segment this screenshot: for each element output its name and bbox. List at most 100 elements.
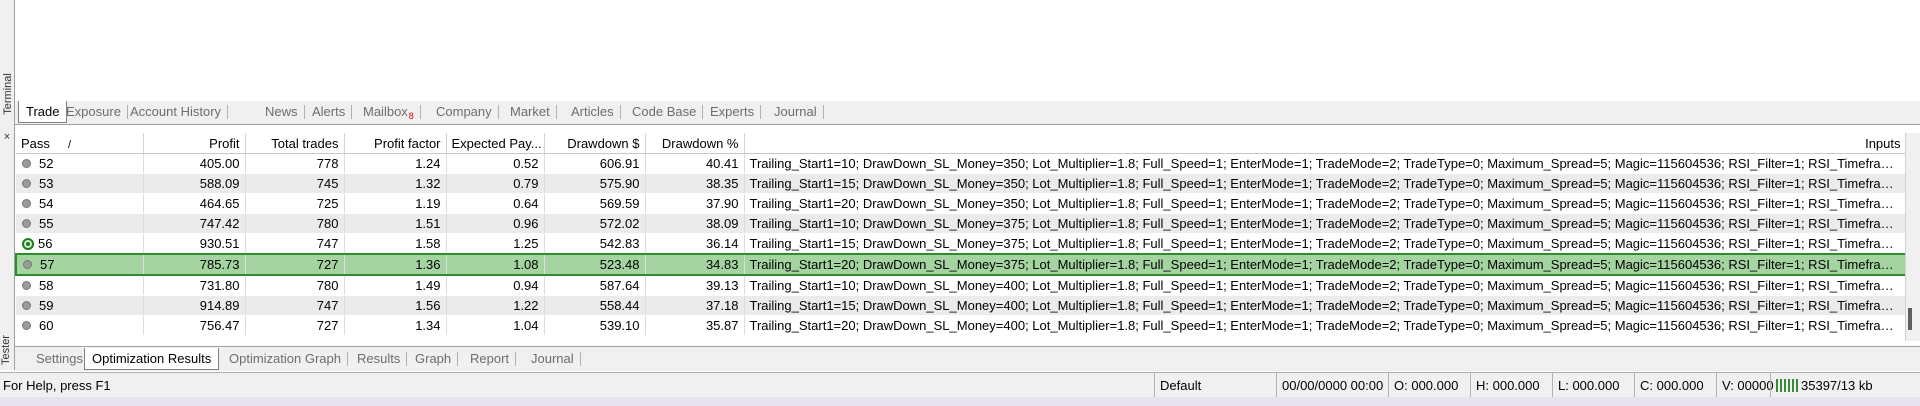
dot-icon [22, 321, 31, 330]
tab-results[interactable]: Results [350, 348, 408, 370]
column-header-expected-payoff[interactable]: Expected Pay... [446, 133, 545, 154]
row-pass-cell: 54 [16, 193, 144, 214]
tab-optimization-graph[interactable]: Optimization Graph [222, 348, 348, 370]
tab-news[interactable]: News [258, 101, 305, 123]
dot-icon [22, 179, 31, 188]
row-profit-factor-cell: 1.58 [344, 233, 447, 255]
table-row[interactable]: 56 930.51 747 1.58 1.25 542.83 36.14 Trailing_S… [16, 233, 1905, 255]
row-inputs-cell: Trailing_Start1=10; DrawDown_SL_Money=40… [744, 275, 1905, 296]
scrollbar-thumb[interactable] [1908, 308, 1912, 330]
column-header-total-trades[interactable]: Total trades [245, 133, 345, 154]
row-pass-cell: 53 [16, 173, 144, 194]
tab-tester-journal[interactable]: Journal [524, 348, 581, 370]
row-drawdown-money-cell: 523.48 [544, 253, 646, 276]
tab-alerts[interactable]: Alerts [305, 101, 353, 123]
tab-report[interactable]: Report [463, 348, 517, 370]
table-row[interactable]: 59 914.89 747 1.56 1.22 558.44 37.18 Trailing_S… [16, 295, 1905, 316]
row-drawdown-percent-cell: 37.18 [645, 295, 745, 316]
column-header-pass[interactable]: Pass / [16, 133, 144, 154]
column-header-inputs[interactable]: Inputs [744, 133, 1905, 154]
target-icon [22, 238, 34, 250]
row-drawdown-percent-cell: 38.35 [645, 173, 745, 194]
tab-code-base[interactable]: Code Base [625, 101, 704, 123]
tab-graph[interactable]: Graph [408, 348, 459, 370]
terminal-tab-bar: Trade Exposure Account History News Aler… [15, 101, 1920, 125]
row-profit-factor-cell: 1.36 [344, 253, 447, 276]
column-header-drawdown-percent[interactable]: Drawdown % [645, 133, 745, 154]
row-drawdown-percent-cell: 35.87 [645, 315, 745, 336]
row-profit-factor-cell: 1.56 [344, 295, 447, 316]
dot-icon [22, 219, 31, 228]
row-profit-cell: 747.42 [143, 213, 246, 234]
table-row[interactable]: 53 588.09 745 1.32 0.79 575.90 38.35 Trailing_S… [16, 173, 1905, 194]
column-header-drawdown-money[interactable]: Drawdown $ [544, 133, 646, 154]
row-total-trades-cell: 725 [245, 193, 345, 214]
row-total-trades-cell: 727 [245, 253, 345, 276]
row-inputs-cell: Trailing_Start1=15; DrawDown_SL_Money=40… [744, 295, 1905, 316]
row-profit-cell: 785.73 [143, 253, 246, 276]
table-row[interactable]: 60 756.47 727 1.34 1.04 539.10 35.87 Trailing_S… [16, 315, 1905, 336]
column-header-profit-factor[interactable]: Profit factor [344, 133, 447, 154]
row-drawdown-money-cell: 569.59 [544, 193, 646, 214]
taskbar-edge [0, 397, 1920, 406]
row-drawdown-percent-cell: 36.14 [645, 233, 745, 255]
status-traffic: 35397/13 kb [1801, 378, 1873, 393]
tab-exposure[interactable]: Exposure [59, 101, 128, 123]
tab-company[interactable]: Company [429, 101, 499, 123]
row-drawdown-money-cell: 587.64 [544, 275, 646, 296]
tester-tab-bar: Settings Optimization Results Optimizati… [15, 346, 1920, 371]
tab-experts[interactable]: Experts [703, 101, 762, 123]
row-total-trades-cell: 727 [245, 315, 345, 336]
row-pass-cell: 56 [16, 233, 144, 255]
table-row[interactable]: 52 405.00 778 1.24 0.52 606.91 40.41 Trailing_S… [16, 153, 1905, 174]
status-profile[interactable]: Default [1154, 373, 1280, 398]
column-header-profit[interactable]: Profit [143, 133, 246, 154]
row-total-trades-cell: 747 [245, 233, 345, 255]
tab-market[interactable]: Market [503, 101, 557, 123]
status-close: C: 000.000 [1634, 373, 1720, 398]
terminal-side-label: Terminal [1, 73, 14, 115]
row-drawdown-percent-cell: 38.09 [645, 213, 745, 234]
row-expected-payoff-cell: 0.52 [446, 153, 545, 174]
status-datetime: 00/00/0000 00:00 [1276, 373, 1392, 398]
row-pass-cell: 55 [16, 213, 144, 234]
dot-icon [22, 159, 31, 168]
dot-icon [22, 199, 31, 208]
table-row[interactable]: 57 785.73 727 1.36 1.08 523.48 34.83 Trailing_S… [15, 253, 1905, 276]
tab-mailbox[interactable]: Mailbox8 [356, 101, 421, 123]
row-total-trades-cell: 747 [245, 295, 345, 316]
tab-journal[interactable]: Journal [767, 101, 824, 123]
tester-side-label: Tester [0, 335, 12, 365]
row-inputs-cell: Trailing_Start1=10; DrawDown_SL_Money=37… [744, 213, 1905, 234]
tab-settings[interactable]: Settings [29, 348, 90, 370]
row-inputs-cell: Trailing_Start1=15; DrawDown_SL_Money=35… [744, 173, 1905, 194]
row-profit-cell: 405.00 [143, 153, 246, 174]
row-profit-cell: 930.51 [143, 233, 246, 255]
row-expected-payoff-cell: 0.79 [446, 173, 545, 194]
row-inputs-cell: Trailing_Start1=15; DrawDown_SL_Money=37… [744, 233, 1905, 255]
row-drawdown-percent-cell: 37.90 [645, 193, 745, 214]
row-profit-factor-cell: 1.32 [344, 173, 447, 194]
row-inputs-cell: Trailing_Start1=20; DrawDown_SL_Money=37… [744, 253, 1905, 276]
row-drawdown-money-cell: 575.90 [544, 173, 646, 194]
status-connection[interactable]: 35397/13 kb [1770, 373, 1916, 398]
row-pass-cell: 52 [16, 153, 144, 174]
row-drawdown-money-cell: 542.83 [544, 233, 646, 255]
tab-articles[interactable]: Articles [564, 101, 621, 123]
row-expected-payoff-cell: 0.96 [446, 213, 545, 234]
status-high: H: 000.000 [1470, 373, 1556, 398]
table-row[interactable]: 55 747.42 780 1.51 0.96 572.02 38.09 Trailing_S… [16, 213, 1905, 234]
row-profit-cell: 588.09 [143, 173, 246, 194]
table-row[interactable]: 58 731.80 780 1.49 0.94 587.64 39.13 Trailing_S… [16, 275, 1905, 296]
row-drawdown-money-cell: 572.02 [544, 213, 646, 234]
row-profit-cell: 756.47 [143, 315, 246, 336]
tab-optimization-results[interactable]: Optimization Results [84, 348, 220, 370]
row-inputs-cell: Trailing_Start1=20; DrawDown_SL_Money=35… [744, 193, 1905, 214]
row-drawdown-percent-cell: 39.13 [645, 275, 745, 296]
table-row[interactable]: 54 464.65 725 1.19 0.64 569.59 37.90 Trailing_S… [16, 193, 1905, 214]
tab-account-history[interactable]: Account History [123, 101, 229, 123]
row-pass-cell: 59 [16, 295, 144, 316]
row-pass-cell: 57 [15, 253, 144, 276]
connection-bars-icon [1776, 379, 1798, 392]
close-icon[interactable]: × [1, 130, 13, 144]
